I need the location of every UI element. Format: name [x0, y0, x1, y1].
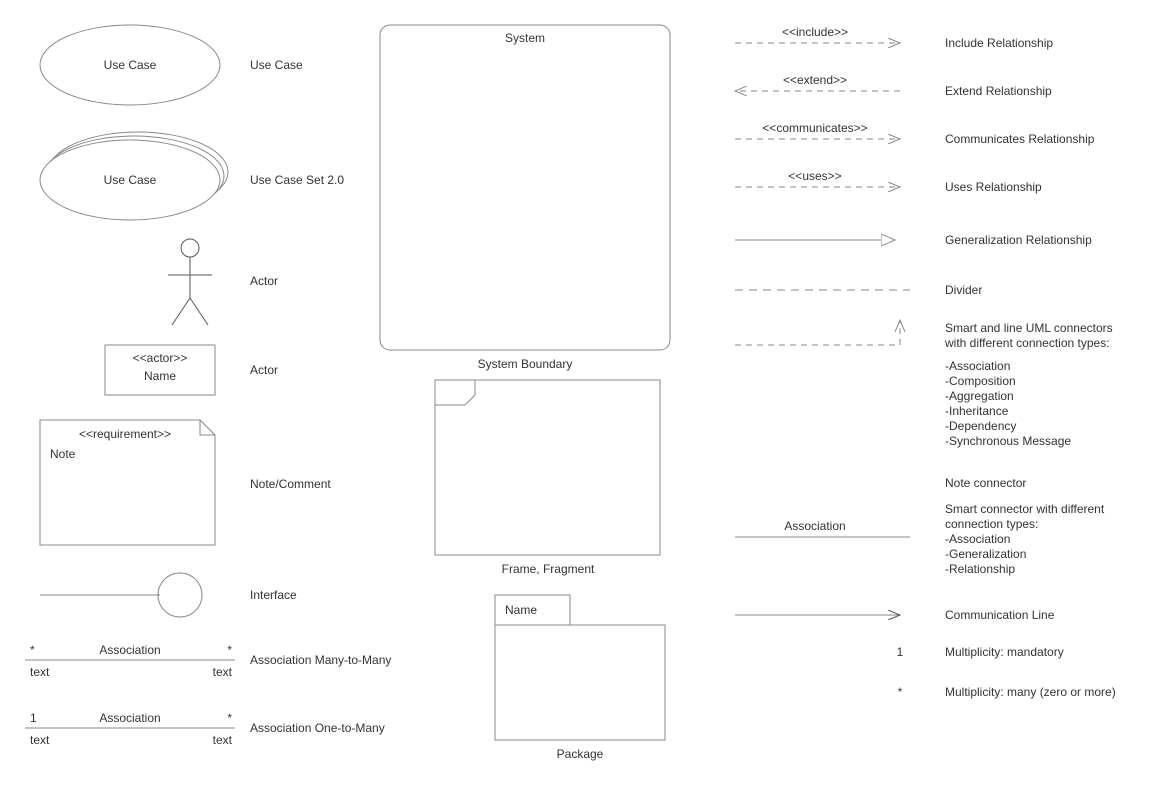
assoc-mm-top: Association [99, 643, 160, 657]
generalization-label: Generalization Relationship [945, 233, 1092, 247]
note-label: Note/Comment [250, 477, 331, 491]
system-label: System Boundary [478, 357, 573, 371]
divider-label: Divider [945, 283, 982, 297]
use-case-set-shape-text: Use Case [104, 173, 157, 187]
connector-smart [735, 320, 900, 345]
assoc-conn-top: Association [784, 519, 845, 533]
assoc-om-top: Association [99, 711, 160, 725]
assoc-conn-label-l2: connection types: [945, 517, 1038, 531]
smart-type-5: -Synchronous Message [945, 434, 1071, 448]
shape-frame [435, 380, 660, 555]
connector-communicates: <<communicates>> [735, 121, 900, 139]
assoc-mm-left-mult: * [30, 643, 35, 657]
extend-stereo: <<extend>> [783, 73, 847, 87]
assoc-mm-right-role: text [213, 665, 233, 679]
connector-extend: <<extend>> [735, 73, 900, 91]
assoc-om-right-mult: * [227, 711, 232, 725]
shape-interface [40, 573, 202, 617]
connector-uses: <<uses>> [735, 169, 900, 187]
frame-label: Frame, Fragment [502, 562, 595, 576]
shape-system-boundary: System [380, 25, 670, 350]
package-name: Name [505, 603, 537, 617]
system-title: System [505, 31, 545, 45]
assoc-mm-left-role: text [30, 665, 50, 679]
assoc-mm-label: Association Many-to-Many [250, 653, 391, 667]
mult-many-symbol: * [898, 685, 903, 699]
shape-use-case-set: Use Case [40, 132, 228, 220]
assoc-om-left-role: text [30, 733, 50, 747]
shape-note: <<requirement>> Note [40, 420, 215, 545]
note-body: Note [50, 447, 76, 461]
include-label: Include Relationship [945, 36, 1053, 50]
note-stereotype: <<requirement>> [79, 427, 171, 441]
communication-line-label: Communication Line [945, 608, 1055, 622]
shape-package: Name [495, 595, 665, 740]
shape-actor-stick [168, 239, 212, 325]
smart-type-3: -Inheritance [945, 404, 1009, 418]
use-case-set-label: Use Case Set 2.0 [250, 173, 344, 187]
package-label: Package [557, 747, 604, 761]
use-case-label: Use Case [250, 58, 303, 72]
shape-association-many-to-many: * Association * text text [25, 643, 235, 679]
actor-box-stereotype: <<actor>> [133, 351, 188, 365]
assoc-conn-type-2: -Relationship [945, 562, 1015, 576]
assoc-mm-right-mult: * [227, 643, 232, 657]
shape-actor-box: <<actor>> Name [105, 345, 215, 395]
extend-label: Extend Relationship [945, 84, 1052, 98]
assoc-om-label: Association One-to-Many [250, 721, 385, 735]
mult-mandatory-label: Multiplicity: mandatory [945, 645, 1064, 659]
connector-include: <<include>> [735, 25, 900, 43]
smart-type-0: -Association [945, 359, 1010, 373]
smart-type-4: -Dependency [945, 419, 1016, 433]
smart-label-l2: with different connection types: [944, 336, 1110, 350]
include-stereo: <<include>> [782, 25, 848, 39]
uses-label: Uses Relationship [945, 180, 1042, 194]
assoc-om-left-mult: 1 [30, 711, 37, 725]
note-connector-label: Note connector [945, 476, 1026, 490]
smart-type-1: -Composition [945, 374, 1016, 388]
actor-stick-label: Actor [250, 274, 278, 288]
shape-use-case: Use Case [40, 25, 220, 105]
use-case-shape-text: Use Case [104, 58, 157, 72]
actor-box-name: Name [144, 369, 176, 383]
communicates-stereo: <<communicates>> [762, 121, 867, 135]
mult-mandatory-symbol: 1 [897, 645, 904, 659]
assoc-conn-type-1: -Generalization [945, 547, 1026, 561]
communicates-label: Communicates Relationship [945, 132, 1095, 146]
shape-association-one-to-many: 1 Association * text text [25, 711, 235, 747]
mult-many-label: Multiplicity: many (zero or more) [945, 685, 1116, 699]
interface-label: Interface [250, 588, 297, 602]
connector-association-smart: Association [735, 519, 910, 537]
smart-type-2: -Aggregation [945, 389, 1014, 403]
actor-box-label: Actor [250, 363, 278, 377]
assoc-conn-label-l1: Smart connector with different [945, 502, 1105, 516]
smart-label-l1: Smart and line UML connectors [945, 321, 1113, 335]
assoc-conn-type-0: -Association [945, 532, 1010, 546]
uses-stereo: <<uses>> [788, 169, 841, 183]
assoc-om-right-role: text [213, 733, 233, 747]
